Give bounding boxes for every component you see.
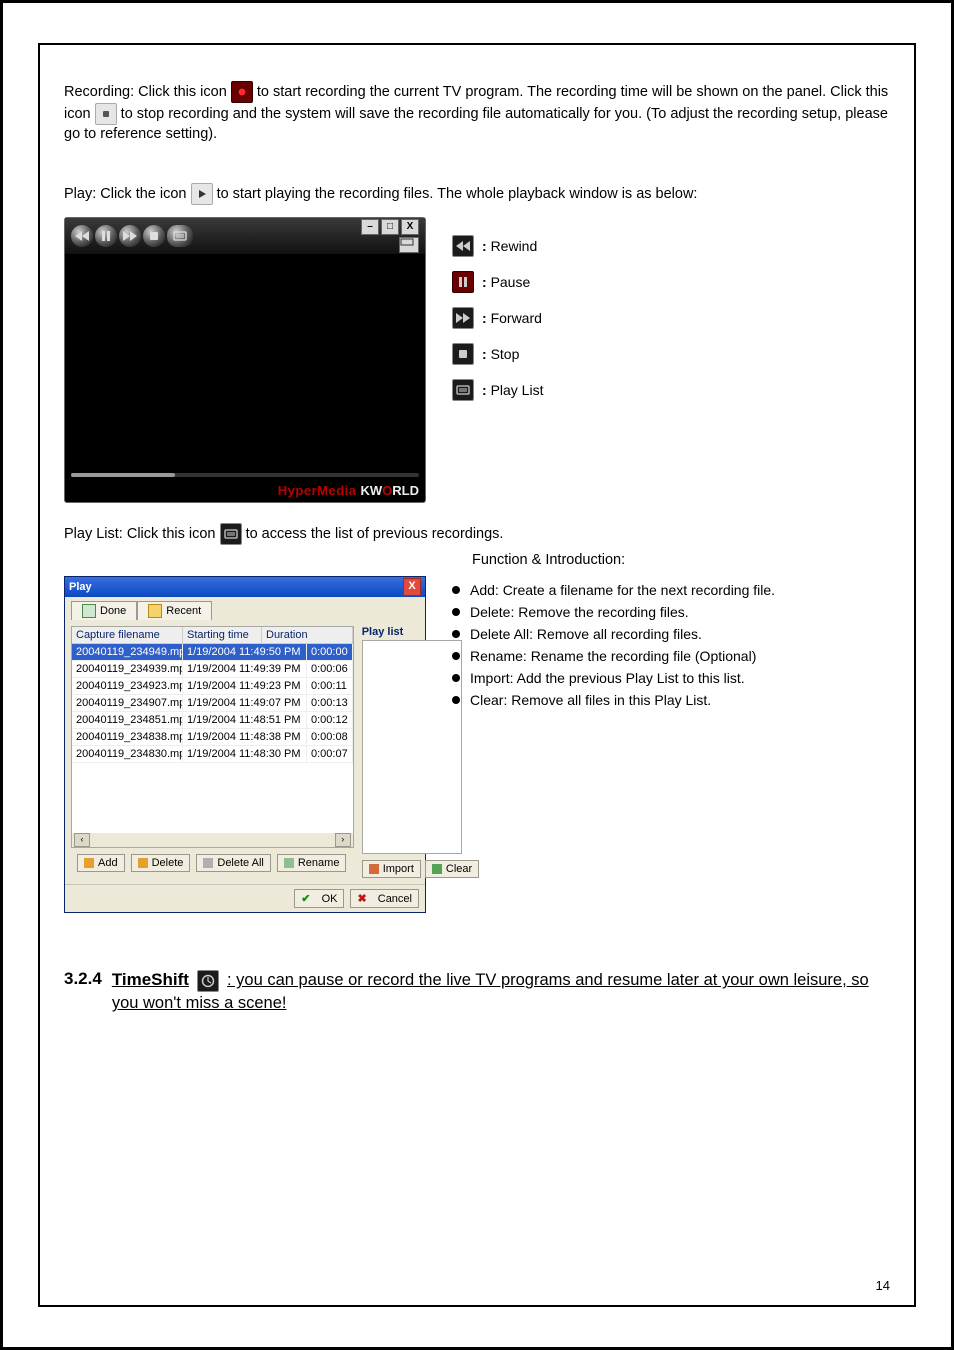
add-button[interactable]: Add: [77, 854, 125, 872]
player-brand: HyperMedia KWORLD: [65, 480, 425, 502]
table-row[interactable]: 20040119_234830.mpg1/19/2004 11:48:30 PM…: [72, 746, 353, 763]
section-number: 3.2.4: [64, 969, 102, 989]
delete-button[interactable]: Delete: [131, 854, 191, 872]
bullet-icon: [452, 696, 460, 704]
legend-stop: : Stop: [452, 343, 890, 365]
close-button[interactable]: X: [401, 219, 419, 235]
maximize-button[interactable]: □: [381, 219, 399, 235]
list-item: Clear: Remove all files in this Play Lis…: [470, 692, 711, 708]
table-row[interactable]: 20040119_234939.mpg1/19/2004 11:49:39 PM…: [72, 661, 353, 678]
rewind-icon: [452, 235, 474, 257]
table-row[interactable]: 20040119_234923.mpg1/19/2004 11:49:23 PM…: [72, 678, 353, 695]
forward-icon: [452, 307, 474, 329]
table-row[interactable]: 20040119_234851.mpg1/19/2004 11:48:51 PM…: [72, 712, 353, 729]
tab-recent[interactable]: Recent: [137, 601, 212, 620]
text: Play List: Click this icon: [64, 525, 220, 541]
pause-icon: [452, 271, 474, 293]
play-dialog: Play X Done Recent Capture filename Sta: [64, 576, 426, 913]
player-forward-button[interactable]: [119, 225, 141, 247]
list-item: Rename: Rename the recording file (Optio…: [470, 648, 756, 664]
section-title: TimeShift: [112, 970, 189, 989]
stop-icon-small: [95, 103, 117, 125]
minimize-button[interactable]: –: [361, 219, 379, 235]
folder-icon: [148, 604, 162, 618]
list-item: Delete: Remove the recording files.: [470, 604, 689, 620]
player-window-controls: – □ X: [361, 219, 419, 253]
bullet-icon: [452, 674, 460, 682]
text: to start playing the recording files. Th…: [217, 185, 698, 201]
bullet-icon: [452, 652, 460, 660]
bullet-icon: [452, 608, 460, 616]
playlist-heading: Play list: [362, 626, 462, 638]
legend-pause: : Pause: [452, 271, 890, 293]
table-row[interactable]: 20040119_234838.mpg1/19/2004 11:48:38 PM…: [72, 729, 353, 746]
player-progress[interactable]: [65, 470, 425, 480]
function-bullets: Add: Create a filename for the next reco…: [452, 582, 890, 708]
list-item: Add: Create a filename for the next reco…: [470, 582, 775, 598]
bullet-icon: [452, 586, 460, 594]
stop-icon: [452, 343, 474, 365]
table-row[interactable]: 20040119_234949.mpg1/19/2004 11:49:50 PM…: [72, 644, 353, 661]
add-icon: [84, 858, 94, 868]
ok-button[interactable]: ✔ OK: [294, 889, 344, 908]
delete-icon: [138, 858, 148, 868]
legend-forward: : Forward: [452, 307, 890, 329]
play-paragraph: Play: Click the icon to start playing th…: [64, 183, 890, 205]
record-icon: [231, 81, 253, 103]
player-transport: [71, 225, 193, 247]
text: Play: Click the icon: [64, 185, 191, 201]
text: to stop recording and the system will sa…: [64, 106, 888, 142]
rename-button[interactable]: Rename: [277, 854, 347, 872]
clear-button[interactable]: Clear: [425, 860, 479, 878]
recording-paragraph: Recording: Click this icon to start reco…: [64, 81, 890, 145]
rename-icon: [284, 858, 294, 868]
section-desc: : you can pause or record the live TV pr…: [112, 971, 869, 1012]
file-list-header: Capture filename Starting time Duration: [72, 627, 353, 644]
playlist-box[interactable]: [362, 640, 462, 854]
import-button[interactable]: Import: [362, 860, 421, 878]
timeshift-icon: [197, 970, 219, 992]
player-video-area: [71, 254, 419, 470]
playlist-intro: Play List: Click this icon to access the…: [64, 523, 890, 545]
brand-hypermedia: HyperMedia: [278, 483, 357, 498]
tab-done[interactable]: Done: [71, 601, 137, 620]
folder-icon: [82, 604, 96, 618]
h-scrollbar[interactable]: ‹ ›: [72, 833, 353, 847]
delete-all-button[interactable]: Delete All: [196, 854, 270, 872]
dialog-title: Play: [69, 581, 92, 593]
player-rewind-button[interactable]: [71, 225, 93, 247]
func-intro-label: Function & Introduction:: [472, 551, 890, 571]
dialog-close-button[interactable]: X: [403, 578, 421, 596]
play-icon: [191, 183, 213, 205]
file-list[interactable]: Capture filename Starting time Duration …: [71, 626, 354, 848]
legend-rewind: : Rewind: [452, 235, 890, 257]
player-window: – □ X HyperMedia KWORLD: [64, 217, 426, 503]
legend-playlist: : Play List: [452, 379, 890, 401]
player-stop-button[interactable]: [143, 225, 165, 247]
playlist-icon-inline: [220, 523, 242, 545]
section-3-2-4: 3.2.4 TimeShift : you can pause or recor…: [64, 969, 890, 1015]
player-pause-button[interactable]: [95, 225, 117, 247]
brand-kworld: KWORLD: [360, 483, 419, 498]
delete-all-icon: [203, 858, 213, 868]
list-item: Import: Add the previous Play List to th…: [470, 670, 745, 686]
bullet-icon: [452, 630, 460, 638]
list-item: Delete All: Remove all recording files.: [470, 626, 702, 642]
table-row[interactable]: 20040119_234907.mpg1/19/2004 11:49:07 PM…: [72, 695, 353, 712]
scroll-left-icon[interactable]: ‹: [74, 833, 90, 847]
text: Recording: Click this icon: [64, 84, 231, 100]
clear-icon: [432, 864, 442, 874]
playlist-icon: [452, 379, 474, 401]
text: to access the list of previous recording…: [246, 525, 504, 541]
cancel-button[interactable]: ✖ Cancel: [350, 889, 419, 908]
scroll-right-icon[interactable]: ›: [335, 833, 351, 847]
page-number: 14: [876, 1278, 890, 1293]
player-playlist-button[interactable]: [167, 225, 193, 247]
import-icon: [369, 864, 379, 874]
aux-button[interactable]: [399, 237, 419, 253]
